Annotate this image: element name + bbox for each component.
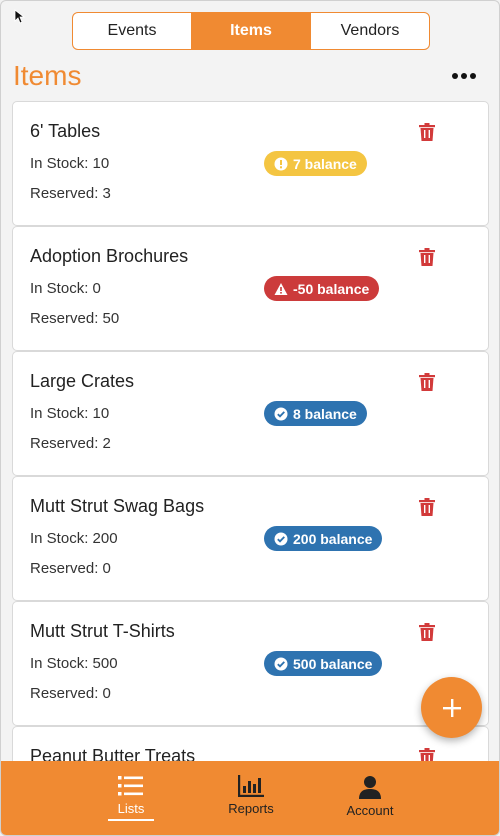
trash-icon[interactable] xyxy=(419,623,435,641)
item-card[interactable]: Mutt Strut T-Shirts In Stock: 500 Reserv… xyxy=(12,601,489,726)
item-reserved: Reserved: 0 xyxy=(30,560,111,577)
balance-badge: 8 balance xyxy=(264,401,367,426)
mouse-cursor-icon xyxy=(14,9,26,24)
check-circle-icon xyxy=(274,657,288,670)
item-reserved: Reserved: 50 xyxy=(30,310,120,327)
items-list: 6' Tables In Stock: 10 Reserved: 3 7 bal… xyxy=(12,101,489,835)
balance-badge: 7 balance xyxy=(264,151,367,176)
page-title: Items xyxy=(13,60,82,91)
item-in-stock: In Stock: 10 xyxy=(30,405,110,422)
tab-label: Lists xyxy=(117,801,145,816)
balance-text: -50 balance xyxy=(293,280,370,297)
balance-text: 500 balance xyxy=(293,655,373,672)
item-name: Large Crates xyxy=(30,371,135,391)
app-window: Events Items Vendors Items 6' Tables In … xyxy=(0,0,500,836)
check-circle-icon xyxy=(274,532,288,545)
trash-icon[interactable] xyxy=(419,373,435,391)
trash-icon[interactable] xyxy=(419,248,435,266)
tab-lists[interactable]: Lists xyxy=(86,775,176,821)
tab-items[interactable]: Items xyxy=(192,13,311,49)
item-card[interactable]: Large Crates In Stock: 10 Reserved: 2 8 … xyxy=(12,351,489,476)
info-circle-icon xyxy=(274,157,288,170)
check-circle-icon xyxy=(274,407,288,420)
balance-text: 7 balance xyxy=(293,155,357,172)
warning-triangle-icon xyxy=(274,282,288,295)
item-reserved: Reserved: 0 xyxy=(30,685,111,702)
balance-badge: 200 balance xyxy=(264,526,383,551)
tab-reports[interactable]: Reports xyxy=(206,775,296,816)
item-in-stock: In Stock: 200 xyxy=(30,530,118,547)
user-icon xyxy=(359,776,381,799)
plus-icon xyxy=(442,698,461,717)
balance-text: 200 balance xyxy=(293,530,373,547)
balance-text: 8 balance xyxy=(293,405,357,422)
item-card[interactable]: 6' Tables In Stock: 10 Reserved: 3 7 bal… xyxy=(12,101,489,226)
item-name: 6' Tables xyxy=(30,121,101,141)
item-name: Mutt Strut T-Shirts xyxy=(30,621,175,641)
trash-icon[interactable] xyxy=(419,123,435,141)
item-name: Mutt Strut Swag Bags xyxy=(30,496,205,516)
item-in-stock: In Stock: 0 xyxy=(30,280,101,297)
segmented-control: Events Items Vendors xyxy=(72,12,430,50)
item-name: Adoption Brochures xyxy=(30,246,189,266)
list-icon xyxy=(118,776,143,796)
item-reserved: Reserved: 3 xyxy=(30,185,111,202)
active-tab-indicator xyxy=(108,819,154,821)
tab-account[interactable]: Account xyxy=(325,775,415,818)
item-reserved: Reserved: 2 xyxy=(30,435,111,452)
item-card[interactable]: Mutt Strut Swag Bags In Stock: 200 Reser… xyxy=(12,476,489,601)
tab-label: Account xyxy=(346,803,394,818)
add-item-button[interactable] xyxy=(421,677,482,738)
bar-chart-icon xyxy=(238,775,264,797)
tab-events[interactable]: Events xyxy=(73,13,192,49)
more-options-icon[interactable] xyxy=(449,63,479,89)
item-card[interactable]: Adoption Brochures In Stock: 0 Reserved:… xyxy=(12,226,489,351)
tab-vendors[interactable]: Vendors xyxy=(311,13,429,49)
item-in-stock: In Stock: 10 xyxy=(30,155,110,172)
item-in-stock: In Stock: 500 xyxy=(30,655,118,672)
balance-badge: -50 balance xyxy=(264,276,380,301)
balance-badge: 500 balance xyxy=(264,651,383,676)
bottom-tab-bar: Lists Reports Account xyxy=(1,761,499,835)
tab-label: Reports xyxy=(228,801,274,816)
trash-icon[interactable] xyxy=(419,498,435,516)
